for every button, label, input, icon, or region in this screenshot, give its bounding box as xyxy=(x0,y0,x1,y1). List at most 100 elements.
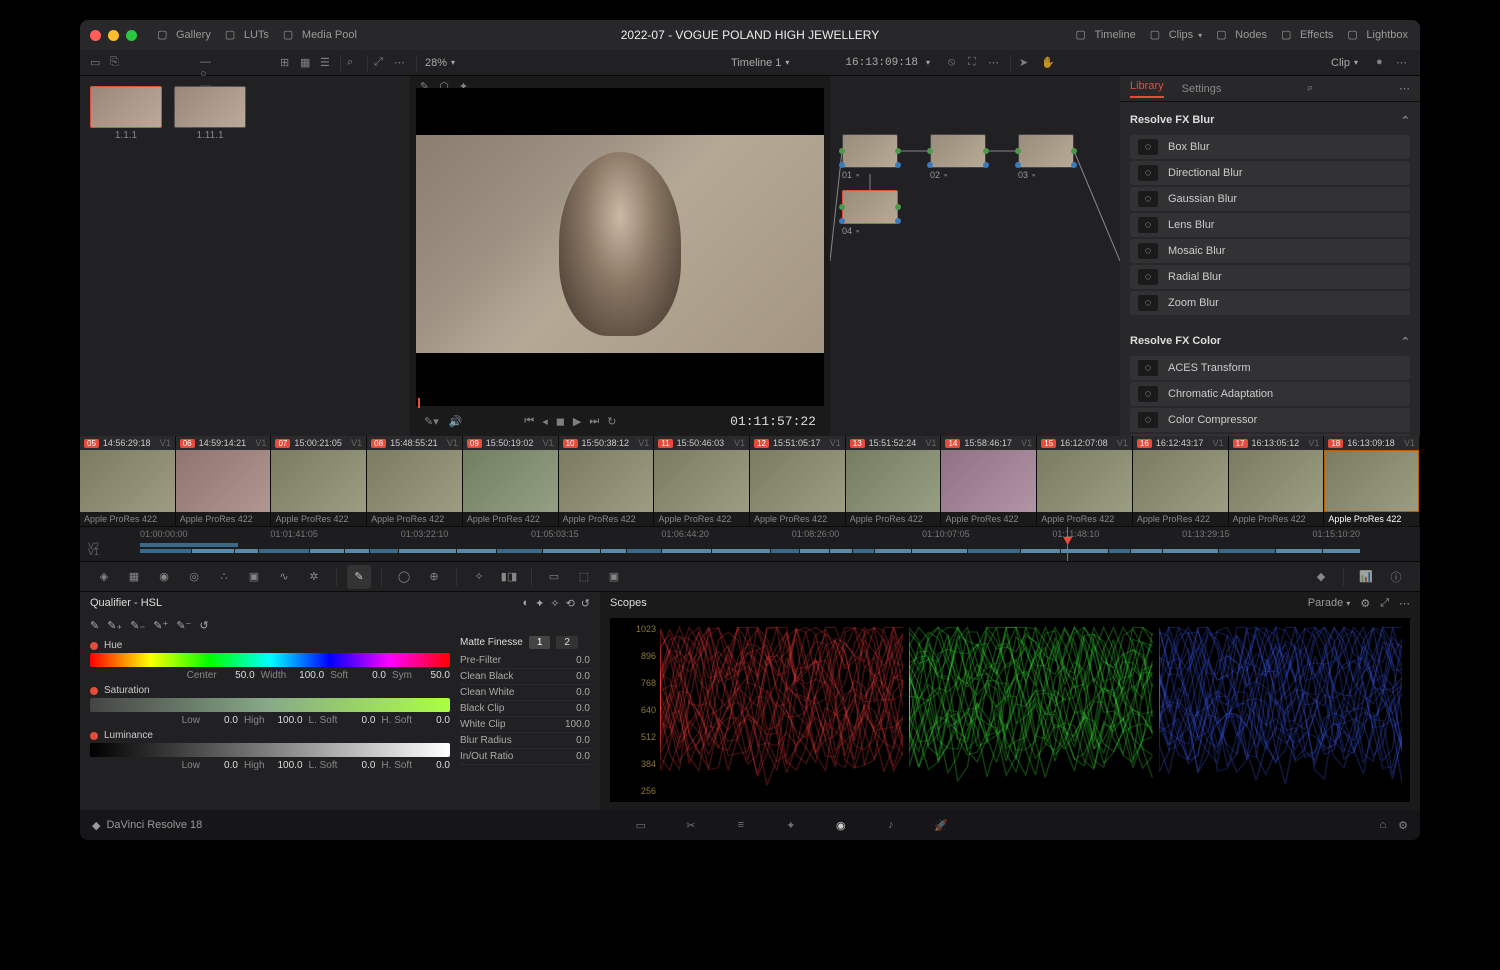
playhead[interactable] xyxy=(1067,527,1068,561)
viewer-timecode[interactable]: 01:11:57:22 xyxy=(730,414,816,429)
hue-soft[interactable]: 0.0 xyxy=(354,670,386,681)
page-edit-icon[interactable]: ≡ xyxy=(730,814,752,836)
page-cut-icon[interactable]: ✂ xyxy=(680,814,702,836)
hue-width[interactable]: 100.0 xyxy=(292,670,324,681)
node-02[interactable]: 02 ▪ xyxy=(930,134,986,180)
curves-icon[interactable]: ∿ xyxy=(272,565,296,589)
timeline-button[interactable]: ▢Timeline xyxy=(1076,28,1136,42)
fx-item[interactable]: ◌Color Compressor xyxy=(1130,408,1410,432)
sat-hsoft[interactable]: 0.0 xyxy=(418,715,450,726)
fx-item[interactable]: ◌Gaussian Blur xyxy=(1130,187,1410,211)
mediapool-button[interactable]: ▢Media Pool xyxy=(283,28,357,42)
matte-param-value[interactable]: 0.0 xyxy=(576,703,590,714)
lum-high[interactable]: 100.0 xyxy=(271,760,303,771)
more-icon[interactable]: ⋯ xyxy=(394,56,408,70)
clip-thumbnail[interactable]: 1516:12:07:08V1Apple ProRes 422 xyxy=(1037,436,1133,526)
blur-icon[interactable]: ▮◨ xyxy=(497,565,521,589)
openfx-overlay-icon[interactable]: ⬡ xyxy=(439,80,449,82)
clip-thumbnail[interactable]: 1215:51:05:17V1Apple ProRes 422 xyxy=(750,436,846,526)
more-viewer-icon[interactable]: ⋯ xyxy=(988,56,1002,70)
picker-soft-minus-icon[interactable]: ✎⁻ xyxy=(176,619,191,632)
stop-icon[interactable]: ◼ xyxy=(556,415,565,428)
matte-tab-2[interactable]: 2 xyxy=(556,636,578,649)
fx-item[interactable]: ◌Chromatic Adaptation xyxy=(1130,382,1410,406)
gallery-still[interactable]: 1.1.1 xyxy=(90,86,162,141)
list-icon[interactable]: ☰ xyxy=(320,56,334,70)
viewer-scrubber[interactable] xyxy=(416,400,824,406)
key-icon[interactable]: ▭ xyxy=(542,565,566,589)
magic-mask-icon[interactable]: ✧ xyxy=(467,565,491,589)
hand-icon[interactable]: ✋ xyxy=(1041,56,1055,70)
page-media-icon[interactable]: ▭ xyxy=(630,814,652,836)
scopes-mode-dropdown[interactable]: Parade ▾ xyxy=(1308,597,1351,609)
gallery-still[interactable]: 1.11.1 xyxy=(174,86,246,141)
search-icon[interactable]: ⌕ xyxy=(347,56,361,70)
marker-icon[interactable]: ✎▾ xyxy=(424,415,439,428)
matte-param-value[interactable]: 0.0 xyxy=(576,671,590,682)
window-shape-icon[interactable]: ◯ xyxy=(392,565,416,589)
wand-icon[interactable]: ✦ xyxy=(459,80,468,82)
tracking-icon[interactable]: ⊕ xyxy=(422,565,446,589)
fx-more-icon[interactable]: ⋯ xyxy=(1399,82,1410,95)
fx-item[interactable]: ◌Box Blur xyxy=(1130,135,1410,159)
scopes-more-icon[interactable]: ⋯ xyxy=(1399,597,1410,610)
page-color-icon[interactable]: ◉ xyxy=(830,814,852,836)
home-icon[interactable]: ⌂ xyxy=(1379,819,1386,832)
clip-thumbnail[interactable]: 0915:50:19:02V1Apple ProRes 422 xyxy=(463,436,559,526)
pointer-icon[interactable]: ➤ xyxy=(1019,56,1033,70)
export-still-icon[interactable]: ⎘ xyxy=(110,56,124,70)
matte-param-value[interactable]: 100.0 xyxy=(565,719,590,730)
clip-thumbnail[interactable]: 1015:50:38:12V1Apple ProRes 422 xyxy=(559,436,655,526)
bypass-icon[interactable]: ⦸ xyxy=(948,56,962,70)
clip-mode-dropdown[interactable]: Clip ▾ xyxy=(1331,57,1358,69)
fx-section-header[interactable]: Resolve FX Blur⌃ xyxy=(1130,108,1410,133)
page-deliver-icon[interactable]: 🚀 xyxy=(930,814,952,836)
play-icon[interactable]: ▶ xyxy=(573,415,581,428)
hue-slider[interactable] xyxy=(90,653,450,667)
clip-thumbnail[interactable]: 0715:00:21:05V1Apple ProRes 422 xyxy=(271,436,367,526)
clip-thumbnail[interactable]: 0815:48:55:21V1Apple ProRes 422 xyxy=(367,436,463,526)
clip-thumbnail[interactable]: 1816:13:09:18V1Apple ProRes 422 xyxy=(1324,436,1420,526)
sizing-icon[interactable]: ⬚ xyxy=(572,565,596,589)
scopes-expand-icon[interactable]: ⤢ xyxy=(1380,597,1389,610)
matte-param-value[interactable]: 0.0 xyxy=(576,655,590,666)
effects-button[interactable]: ▢Effects xyxy=(1281,28,1333,42)
node-03[interactable]: 03 ▪ xyxy=(1018,134,1074,180)
motion-icon[interactable]: ▣ xyxy=(242,565,266,589)
fx-tab-settings[interactable]: Settings xyxy=(1182,83,1222,95)
nodes-button[interactable]: ▢Nodes xyxy=(1216,28,1267,42)
window-minimize[interactable] xyxy=(108,30,119,41)
picker-icon[interactable]: ✎ xyxy=(90,619,99,632)
fx-item[interactable]: ◌Directional Blur xyxy=(1130,161,1410,185)
matte-param-value[interactable]: 0.0 xyxy=(576,687,590,698)
node-04[interactable]: 04 ▪ xyxy=(842,190,898,236)
luminance-slider[interactable] xyxy=(90,743,450,757)
fx-section-header[interactable]: Resolve FX Color⌃ xyxy=(1130,329,1410,354)
gallery-button[interactable]: ▢Gallery xyxy=(157,28,211,42)
node-graph[interactable]: 01 ▪02 ▪03 ▪04 ▪ xyxy=(830,76,1120,436)
fx-tab-library[interactable]: Library xyxy=(1130,80,1164,98)
sat-lsoft[interactable]: 0.0 xyxy=(343,715,375,726)
fx-item[interactable]: ◌Lens Blur xyxy=(1130,213,1410,237)
camera-raw-icon[interactable]: ◈ xyxy=(92,565,116,589)
color-match-icon[interactable]: ▦ xyxy=(122,565,146,589)
matte-param-value[interactable]: 0.0 xyxy=(576,751,590,762)
clip-thumbnail[interactable]: 0514:56:29:18V1Apple ProRes 422 xyxy=(80,436,176,526)
viewer-canvas[interactable] xyxy=(416,88,824,400)
hue-sym[interactable]: 50.0 xyxy=(418,670,450,681)
sat-low[interactable]: 0.0 xyxy=(206,715,238,726)
fullscreen-icon[interactable]: ⛶ xyxy=(968,56,982,70)
qual-add-icon[interactable]: ✦ xyxy=(535,597,544,610)
clip-thumbnail[interactable]: 1616:12:43:17V1Apple ProRes 422 xyxy=(1133,436,1229,526)
picker-minus-icon[interactable]: ✎₋ xyxy=(130,619,145,632)
info-icon[interactable]: ⓘ xyxy=(1384,565,1408,589)
matte-tab-1[interactable]: 1 xyxy=(529,636,551,649)
step-back-icon[interactable]: ◂ xyxy=(542,415,548,428)
qual-picker-mode-icon[interactable]: ◐ xyxy=(522,597,529,610)
matte-param-value[interactable]: 0.0 xyxy=(576,735,590,746)
clip-thumbnail[interactable]: 0614:59:14:21V1Apple ProRes 422 xyxy=(176,436,272,526)
picker-reset-icon[interactable]: ↺ xyxy=(199,619,208,632)
lum-hsoft[interactable]: 0.0 xyxy=(418,760,450,771)
expand-icon[interactable]: ⤢ xyxy=(374,56,388,70)
goto-last-icon[interactable]: ⏭ xyxy=(589,415,599,428)
